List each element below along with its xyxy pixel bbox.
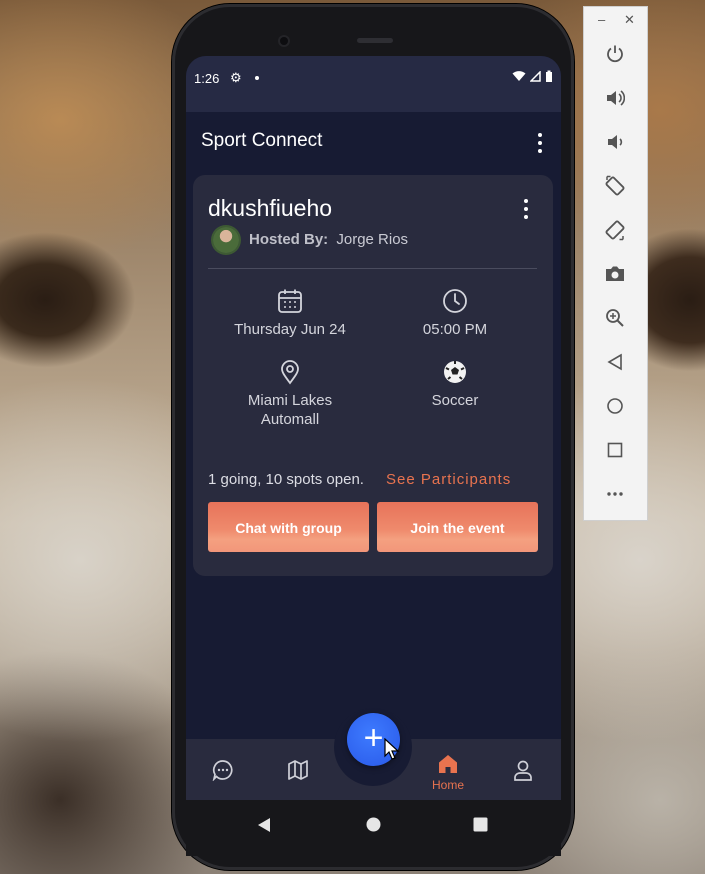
app-title: Sport Connect [201, 130, 323, 151]
mouse-cursor-icon [384, 738, 400, 760]
nav-item-map[interactable] [278, 759, 318, 786]
nav-item-home[interactable]: Home [428, 753, 468, 792]
front-camera [280, 37, 288, 45]
back-triangle-icon[interactable] [257, 817, 271, 833]
plus-icon: + [363, 719, 384, 757]
close-icon[interactable]: ✕ [624, 12, 635, 28]
settings-gear-icon: ⚙ [230, 70, 242, 85]
zoom-icon[interactable] [602, 305, 628, 331]
host-name: Jorge Rios [336, 231, 409, 248]
host-avatar[interactable] [213, 227, 239, 253]
phone-screen: 1:26 ⚙ Sport Connect dkushfiueho Hosted … [186, 56, 561, 856]
rotate-left-icon[interactable] [602, 173, 628, 199]
wifi-icon [512, 71, 526, 81]
event-time: 05:00 PM [422, 321, 488, 338]
event-card: dkushfiueho Hosted By: Jorge Rios Thursd… [193, 175, 553, 576]
rotate-right-icon[interactable] [602, 217, 628, 243]
volume-up-icon[interactable] [602, 85, 628, 111]
event-sport-block: Soccer [373, 359, 537, 410]
join-event-button[interactable]: Join the event [377, 502, 538, 552]
event-time-block: 05:00 PM [373, 288, 537, 339]
power-icon[interactable] [602, 41, 628, 67]
volume-down-icon[interactable] [602, 129, 628, 155]
event-date: Thursday Jun 24 [234, 321, 346, 338]
status-bar: 1:26 ⚙ [186, 56, 561, 112]
clock-icon [443, 289, 467, 313]
nav-home-label: Home [431, 778, 464, 792]
map-icon [288, 760, 308, 780]
home-circle-icon[interactable] [366, 817, 381, 832]
more-icon[interactable] [602, 481, 628, 507]
event-menu-kebab-icon[interactable] [518, 199, 534, 219]
nav-item-profile[interactable] [503, 759, 543, 786]
minimize-icon[interactable]: – [598, 12, 605, 27]
event-sport: Soccer [431, 392, 479, 409]
chat-icon [212, 760, 233, 782]
hosted-by-label: Hosted By: [249, 231, 329, 248]
calendar-icon [278, 289, 302, 313]
app-menu-kebab-icon[interactable] [532, 133, 548, 153]
hosted-by-row: Hosted By: Jorge Rios [249, 231, 408, 248]
earpiece-speaker [357, 38, 393, 43]
recents-square-icon[interactable] [473, 817, 488, 832]
system-navigation-bar [186, 800, 561, 856]
overview-square-icon[interactable] [602, 437, 628, 463]
battery-icon [546, 70, 552, 82]
location-pin-icon [281, 360, 299, 385]
home-circle-outline-icon[interactable] [602, 393, 628, 419]
chat-with-group-button[interactable]: Chat with group [208, 502, 369, 552]
nav-item-chat[interactable] [203, 759, 243, 786]
event-location-line2: Automall [260, 411, 320, 428]
status-time: 1:26 [194, 71, 220, 86]
card-divider [208, 268, 537, 269]
event-location-line1: Miami Lakes [247, 392, 333, 409]
soccer-ball-icon [444, 361, 466, 383]
emulator-toolbar: – ✕ [583, 6, 648, 521]
profile-icon [514, 760, 532, 781]
event-date-block: Thursday Jun 24 [208, 288, 372, 339]
status-icons [512, 70, 553, 82]
see-participants-link[interactable]: See Participants [386, 471, 511, 488]
home-icon [439, 755, 457, 773]
event-name: dkushfiueho [208, 195, 333, 221]
camera-icon[interactable] [602, 261, 628, 287]
back-icon[interactable] [602, 349, 628, 375]
event-location-block: Miami Lakes Automall [208, 359, 372, 429]
notification-dot-icon [255, 76, 259, 80]
participation-text: 1 going, 10 spots open. [208, 471, 364, 488]
signal-icon [530, 70, 541, 82]
